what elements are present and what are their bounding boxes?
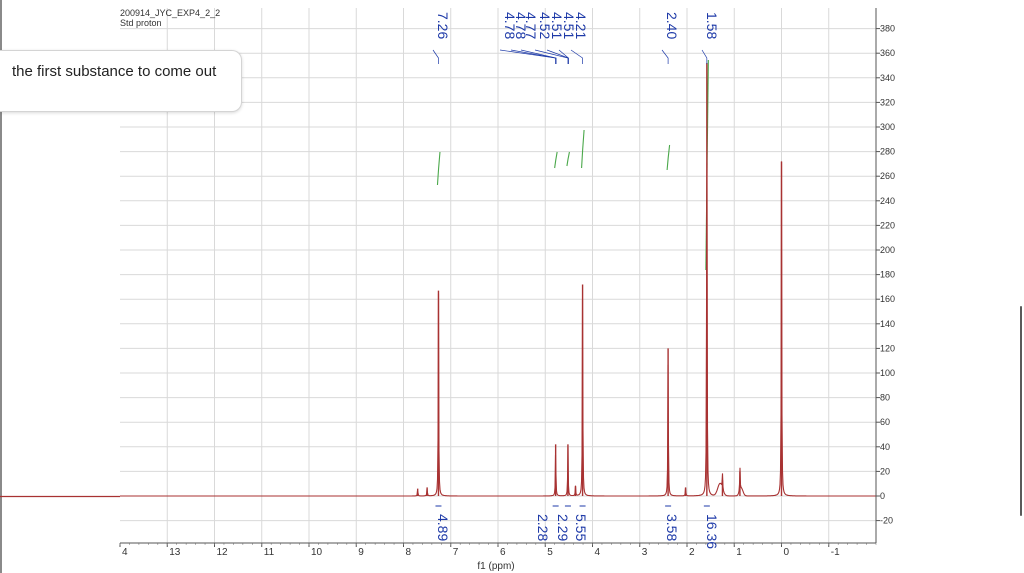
y-tick-label: 0 xyxy=(880,491,885,501)
y-tick-label: 40 xyxy=(880,442,890,452)
y-tick-label: 220 xyxy=(880,220,895,230)
x-tick-label: 8 xyxy=(406,547,412,558)
x-tick-label: 4 xyxy=(595,547,601,558)
annotation-note: the first substance to come out xyxy=(0,50,242,112)
peak-label-connector xyxy=(661,49,669,64)
peak-label: 4.77 xyxy=(523,12,539,39)
peak-label-connector xyxy=(510,49,556,64)
integral-label: 4.89 xyxy=(435,514,451,541)
x-tick-label: 2 xyxy=(689,547,695,558)
y-tick-label: 120 xyxy=(880,343,895,353)
spectrum-experiment-name: Std proton xyxy=(120,18,162,28)
y-tick-label: 60 xyxy=(880,417,890,427)
y-tick-label: 380 xyxy=(880,24,895,34)
y-tick-label: 200 xyxy=(880,245,895,255)
x-tick-label: 11 xyxy=(264,547,275,558)
x-tick-label: 0 xyxy=(784,547,790,558)
peak-label-connector xyxy=(701,49,708,64)
y-tick-label: 340 xyxy=(880,73,895,83)
annotation-text: the first substance to come out xyxy=(12,63,217,80)
y-tick-label: 240 xyxy=(880,196,895,206)
peak-label: 1.58 xyxy=(704,12,720,39)
y-tick-label: 100 xyxy=(880,368,895,378)
integral-curve xyxy=(581,129,585,169)
x-tick-label: 4 xyxy=(122,547,128,558)
peak-label-connector xyxy=(520,49,557,64)
x-axis-label: f1 (ppm) xyxy=(477,561,514,572)
integral-label: 2.29 xyxy=(555,514,571,541)
y-tick-label: 300 xyxy=(880,122,895,132)
y-tick-label: 180 xyxy=(880,270,895,280)
x-tick-label: 13 xyxy=(169,547,181,558)
peak-label: 7.26 xyxy=(435,12,451,39)
integral-curve xyxy=(566,151,570,167)
integral-label: 16.36 xyxy=(704,514,720,549)
peak-labels: 7.26 4.784.784.774.524.514.514.21 2.40 1.58 xyxy=(432,12,720,64)
peak-label: 4.21 xyxy=(573,12,589,39)
peak-label-connector xyxy=(499,49,556,64)
peak-label: 2.40 xyxy=(664,12,680,39)
y-tick-label: 140 xyxy=(880,319,895,329)
spectrum-file-name: 200914_JYC_EXP4_2_2 xyxy=(120,8,220,18)
y-tick-label: 320 xyxy=(880,97,895,107)
x-tick-label: 3 xyxy=(642,547,648,558)
integral-curve xyxy=(554,151,558,169)
integral-label: 3.58 xyxy=(664,514,680,541)
x-tick-label: 1 xyxy=(736,547,742,558)
spectrum-trace xyxy=(0,63,876,498)
integral-curves xyxy=(436,59,709,271)
y-tick-label: 80 xyxy=(880,393,890,403)
y-tick-label: 160 xyxy=(880,294,895,304)
integral-label: 2.28 xyxy=(535,514,551,541)
x-tick-label: 6 xyxy=(500,547,506,558)
x-tick-label: 9 xyxy=(358,547,364,558)
x-tick-label: 5 xyxy=(547,547,553,558)
peak-label-connector xyxy=(432,49,439,64)
x-tick-label: -1 xyxy=(831,547,840,558)
y-tick-label: -20 xyxy=(880,516,893,526)
x-tick-label: 12 xyxy=(217,547,229,558)
y-tick-label: 260 xyxy=(880,171,895,181)
integral-curve xyxy=(666,144,671,171)
x-tick-label: 7 xyxy=(453,547,459,558)
peak-label-connector xyxy=(570,49,583,64)
integral-label: 5.55 xyxy=(573,514,589,541)
x-tick-label: 10 xyxy=(311,547,323,558)
y-tick-label: 360 xyxy=(880,48,895,58)
scrollbar[interactable] xyxy=(1020,306,1022,516)
integral-curve xyxy=(436,151,441,186)
y-tick-label: 280 xyxy=(880,147,895,157)
y-tick-label: 20 xyxy=(880,466,890,476)
